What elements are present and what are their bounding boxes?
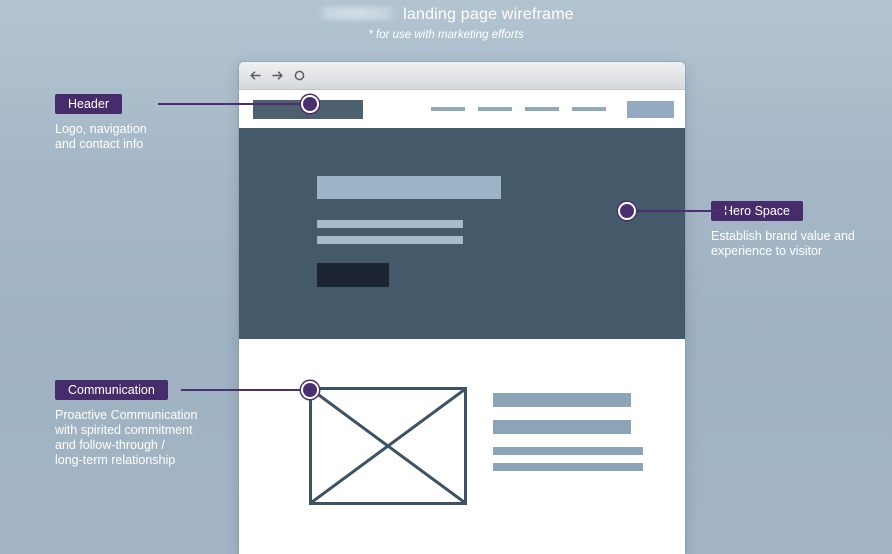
title-block: landing page wireframe * for use with ma…	[0, 4, 892, 43]
content-bar-placeholder	[493, 393, 631, 407]
callout-header-description: Logo, navigation and contact info	[55, 122, 147, 151]
content-bar-placeholder	[493, 463, 643, 471]
hero-body-line-placeholder	[317, 236, 463, 244]
redacted-brand-word	[318, 7, 397, 21]
callout-hero-space-description: Establish brand value and experience to …	[711, 229, 855, 258]
nav-link-placeholder[interactable]	[431, 107, 465, 111]
callout-node-dot	[618, 202, 636, 220]
hero-cta-placeholder[interactable]	[317, 263, 389, 287]
callout-node-dot	[301, 381, 319, 399]
content-bar-placeholder	[493, 420, 631, 434]
browser-chrome-bar	[239, 62, 685, 90]
callout-connector-line	[636, 210, 729, 212]
page-title-text: landing page wireframe	[403, 6, 574, 23]
callout-connector-line	[158, 103, 303, 105]
callout-connector-line	[181, 389, 303, 391]
nav-links-group	[431, 100, 674, 118]
hero-body-line-placeholder	[317, 220, 463, 228]
nav-link-placeholder[interactable]	[525, 107, 559, 111]
forward-arrow-icon[interactable]	[271, 69, 284, 82]
back-arrow-icon[interactable]	[249, 69, 262, 82]
wireframe-content-section	[239, 339, 685, 505]
image-placeholder-icon	[309, 387, 467, 505]
callout-header-label: Header	[55, 94, 122, 114]
callout-node-dot	[301, 95, 319, 113]
nav-link-placeholder[interactable]	[478, 107, 512, 111]
browser-window-mockup	[239, 62, 685, 554]
reload-icon[interactable]	[293, 69, 306, 82]
callout-hero-space: Hero Space Establish brand value and exp…	[618, 201, 855, 259]
wireframe-infographic-canvas: landing page wireframe * for use with ma…	[0, 0, 892, 554]
callout-communication: Communication Proactive Communication wi…	[55, 380, 319, 468]
hero-headline-placeholder	[317, 176, 501, 199]
callout-header: Header Logo, navigation and contact info	[55, 94, 319, 152]
content-text-bars-group	[493, 387, 643, 471]
callout-communication-label: Communication	[55, 380, 168, 400]
page-subtitle: * for use with marketing efforts	[368, 29, 524, 41]
nav-link-placeholder[interactable]	[572, 107, 606, 111]
page-title: landing page wireframe	[0, 4, 892, 26]
content-bar-placeholder	[493, 447, 643, 455]
nav-cta-placeholder[interactable]	[627, 100, 674, 118]
callout-communication-description: Proactive Communication with spirited co…	[55, 408, 198, 467]
